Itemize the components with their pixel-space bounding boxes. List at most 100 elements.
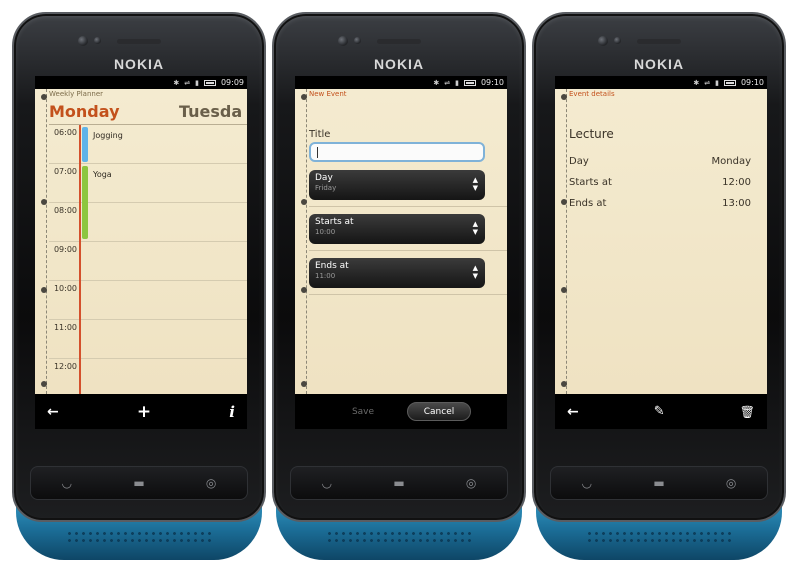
ring-icon xyxy=(561,199,567,205)
hardware-keys: ◡ ▬ ◎ xyxy=(290,466,508,500)
camera-icon xyxy=(598,36,608,46)
screen: ✱ ⇌ ▮ 09:10 Event details Lecture Day Mo… xyxy=(555,76,767,429)
phone-weekly-planner: NOKIA ✱ ⇌ ▮ 09:09 Weekly Planner Monday … xyxy=(12,12,266,562)
pencil-icon[interactable]: ✎ xyxy=(654,404,665,419)
detail-label: Day xyxy=(569,156,589,167)
up-down-icon: ▲ ▼ xyxy=(472,176,478,192)
status-bar: ✱ ⇌ ▮ 09:10 xyxy=(295,76,507,89)
detail-row-day: Day Monday xyxy=(569,156,751,167)
event-label-jogging[interactable]: Jogging xyxy=(93,131,123,140)
app-title: New Event xyxy=(309,90,347,98)
timeline-rule xyxy=(79,125,81,394)
phone-event-details: NOKIA ✱ ⇌ ▮ 09:10 Event details Lecture xyxy=(532,12,786,562)
ring-icon xyxy=(301,199,307,205)
bluetooth-icon: ✱ xyxy=(173,78,180,87)
ring-icon xyxy=(301,94,307,100)
divider xyxy=(309,294,507,295)
signal-icon: ▮ xyxy=(455,78,459,87)
call-key-icon[interactable]: ◡ xyxy=(62,476,72,490)
binder-rings xyxy=(299,89,307,394)
ring-icon xyxy=(41,381,47,387)
hardware-keys: ◡ ▬ ◎ xyxy=(550,466,768,500)
toolbar: Save Cancel xyxy=(295,394,507,429)
app-title: Event details xyxy=(569,90,615,98)
day-picker-label: Day xyxy=(315,173,333,183)
starts-at-picker[interactable]: Starts at 10:00 ▲ ▼ xyxy=(309,214,485,244)
menu-key-icon[interactable]: ▬ xyxy=(393,476,404,490)
ends-at-picker[interactable]: Ends at 11:00 ▲ ▼ xyxy=(309,258,485,288)
bluetooth-icon: ✱ xyxy=(693,78,700,87)
detail-value: 12:00 xyxy=(722,177,751,188)
ring-icon xyxy=(41,287,47,293)
sensor-icon xyxy=(94,37,101,44)
up-down-icon: ▲ ▼ xyxy=(472,264,478,280)
binder-rings xyxy=(39,89,47,394)
hour-label: 09:00 xyxy=(53,245,77,254)
day-picker[interactable]: Day Friday ▲ ▼ xyxy=(309,170,485,200)
back-arrow-icon[interactable]: ← xyxy=(47,404,59,420)
plus-icon[interactable]: + xyxy=(137,402,151,422)
info-icon[interactable]: i xyxy=(229,403,235,421)
hour-label: 12:00 xyxy=(53,362,77,371)
ring-icon xyxy=(301,287,307,293)
battery-icon xyxy=(463,79,476,86)
divider xyxy=(309,250,507,251)
device-body: NOKIA ✱ ⇌ ▮ 09:09 Weekly Planner Monday … xyxy=(12,12,266,522)
earpiece-speaker xyxy=(377,39,421,44)
back-arrow-icon[interactable]: ← xyxy=(567,404,579,420)
brand-logo: NOKIA xyxy=(373,56,425,72)
day-heading[interactable]: Monday xyxy=(49,102,120,121)
up-down-icon: ▲ ▼ xyxy=(472,220,478,236)
next-day-heading[interactable]: Tuesda xyxy=(179,102,242,121)
screen: ✱ ⇌ ▮ 09:09 Weekly Planner Monday Tuesda… xyxy=(35,76,247,429)
brand-logo: NOKIA xyxy=(113,56,165,72)
divider xyxy=(309,206,507,207)
signal-icon: ▮ xyxy=(195,78,199,87)
detail-label: Ends at xyxy=(569,198,607,209)
sensor-icon xyxy=(354,37,361,44)
speaker-grille xyxy=(326,530,472,546)
earpiece-speaker xyxy=(117,39,161,44)
end-key-icon[interactable]: ◎ xyxy=(726,476,736,490)
end-key-icon[interactable]: ◎ xyxy=(206,476,216,490)
planner-page: Weekly Planner Monday Tuesda 06:00 07:00… xyxy=(35,89,247,394)
trash-icon[interactable]: 🗑 xyxy=(740,405,755,419)
ends-at-value: 11:00 xyxy=(315,272,336,280)
title-input[interactable] xyxy=(309,142,485,162)
battery-icon xyxy=(723,79,736,86)
ring-icon xyxy=(41,199,47,205)
event-bar-yoga[interactable] xyxy=(82,166,88,239)
ring-icon xyxy=(561,94,567,100)
event-label-yoga[interactable]: Yoga xyxy=(93,170,112,179)
menu-key-icon[interactable]: ▬ xyxy=(653,476,664,490)
hour-label: 06:00 xyxy=(53,128,77,137)
phone-new-event: NOKIA ✱ ⇌ ▮ 09:10 New Event Title Day Fr… xyxy=(272,12,526,562)
ends-at-label: Ends at xyxy=(315,261,349,271)
speaker-grille xyxy=(66,530,212,546)
hour-label: 10:00 xyxy=(53,284,77,293)
starts-at-value: 10:00 xyxy=(315,228,336,236)
save-button[interactable]: Save xyxy=(331,402,395,421)
title-label: Title xyxy=(309,129,331,140)
ring-icon xyxy=(41,94,47,100)
detail-value: Monday xyxy=(711,156,751,167)
planner-page: New Event Title Day Friday ▲ ▼ Starts at … xyxy=(295,89,507,394)
screen: ✱ ⇌ ▮ 09:10 New Event Title Day Friday ▲… xyxy=(295,76,507,429)
cancel-button[interactable]: Cancel xyxy=(407,402,471,421)
bluetooth-icon: ✱ xyxy=(433,78,440,87)
hour-label: 08:00 xyxy=(53,206,77,215)
detail-row-ends: Ends at 13:00 xyxy=(569,198,751,209)
event-bar-jogging[interactable] xyxy=(82,127,88,162)
device-body: NOKIA ✱ ⇌ ▮ 09:10 New Event Title Day Fr… xyxy=(272,12,526,522)
camera-icon xyxy=(78,36,88,46)
hour-label: 07:00 xyxy=(53,167,77,176)
starts-at-label: Starts at xyxy=(315,217,354,227)
device-body: NOKIA ✱ ⇌ ▮ 09:10 Event details Lecture xyxy=(532,12,786,522)
call-key-icon[interactable]: ◡ xyxy=(322,476,332,490)
menu-key-icon[interactable]: ▬ xyxy=(133,476,144,490)
status-bar: ✱ ⇌ ▮ 09:10 xyxy=(555,76,767,89)
planner-page: Event details Lecture Day Monday Starts … xyxy=(555,89,767,394)
usb-icon: ⇌ xyxy=(444,78,451,87)
call-key-icon[interactable]: ◡ xyxy=(582,476,592,490)
end-key-icon[interactable]: ◎ xyxy=(466,476,476,490)
